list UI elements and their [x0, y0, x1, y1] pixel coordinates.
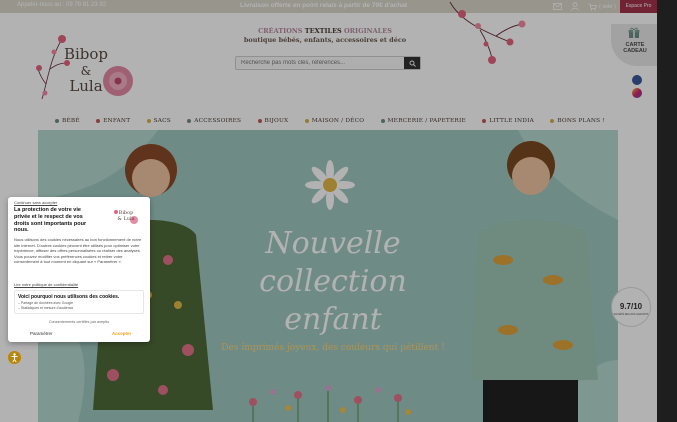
site-logo[interactable]: Bibop & Lula [36, 19, 146, 109]
cart-label: ( vide ) [599, 3, 616, 10]
tagline-originales: ORIGINALES [343, 27, 392, 35]
nav-item-sacs[interactable]: SACS [146, 116, 171, 126]
cookie-logo-text-2: & Lula [117, 216, 134, 222]
top-bar: Appeler-nous au : 09 78 81 23 92 Livrais… [0, 0, 677, 13]
configure-button[interactable]: Paramétrer [30, 331, 53, 336]
scrollbar-track[interactable] [657, 0, 677, 422]
search-bar [235, 56, 421, 70]
cookie-purposes-title: Voici pourquoi nous utilisons des cookie… [18, 294, 120, 300]
tagline-creations: CRÉATIONS [258, 27, 303, 35]
nav-item-accessoires[interactable]: ACCESSOIRES [187, 116, 241, 126]
gift-icon [628, 27, 640, 38]
nav-item-little-india[interactable]: LITTLE INDIA [482, 116, 534, 126]
nav-dot [257, 119, 262, 123]
nav-dot [55, 119, 59, 123]
header: Bibop & Lula CRÉATIONS TEXTILES ORIGINAL… [0, 1, 663, 113]
nav-item-bons-plans[interactable]: BONS PLANS ! [550, 116, 605, 126]
nav-dot [96, 119, 101, 123]
delivery-banner: Livraison offerte en point relais à part… [240, 2, 407, 9]
continue-without-accepting-link[interactable]: Continuer sans accepter [14, 200, 57, 205]
facebook-icon[interactable] [632, 75, 642, 85]
cookie-logo: Bibop & Lula [114, 210, 138, 224]
gift-card-link[interactable]: CARTE CADEAU [611, 24, 663, 66]
nav-item-maison-deco[interactable]: MAISON / DÉCO [304, 116, 365, 126]
cookie-heading: La protection de votre vie privée et le … [14, 207, 87, 234]
avis-label: SOCIÉTÉ DES AVIS GARANTIS [613, 313, 649, 316]
main-nav: BÉBÉ ENFANT SACS ACCESSOIRES BIJOUX MAIS… [55, 116, 605, 126]
cart-link[interactable]: ( vide ) [588, 3, 616, 11]
topbar-icons: ( vide ) [553, 1, 616, 12]
user-icon[interactable] [571, 2, 579, 11]
logo-text-amp: & [81, 64, 92, 78]
nav-dot [380, 119, 385, 123]
nav-item-mercerie[interactable]: MERCERIE / PAPETERIE [380, 116, 466, 126]
pro-space-button[interactable]: Espace Pro [620, 0, 657, 13]
cookie-purpose-item: – Partage de données avec Google [18, 301, 74, 305]
mail-icon[interactable] [553, 3, 562, 10]
cherry-blossom-branch [449, 1, 526, 64]
nav-dot [187, 119, 192, 123]
nav-dot [146, 119, 151, 123]
nav-item-bebe[interactable]: BÉBÉ [55, 116, 80, 126]
gift-card-label: CARTE CADEAU [623, 42, 647, 54]
nav-item-enfant[interactable]: ENFANT [96, 116, 130, 126]
privacy-policy-link[interactable]: Lire notre politique de confidentialité [14, 282, 78, 287]
search-icon [409, 60, 416, 67]
accessibility-button[interactable] [8, 351, 21, 364]
avis-score: 9.7/10 [619, 302, 643, 311]
cookie-purpose-item: – Statistiques et mesure d'audience [18, 306, 74, 310]
nav-item-bijoux[interactable]: BIJOUX [257, 116, 289, 126]
cookie-body: Nous utilisons des cookies nécessaires a… [14, 237, 142, 264]
instagram-icon[interactable] [632, 88, 642, 98]
logo-text-bibop: Bibop [64, 45, 108, 63]
accept-button[interactable]: Accepter [112, 331, 131, 336]
hero-subtitle: Des imprimés joyeux, des couleurs qui pé… [221, 343, 445, 353]
nav-dot [482, 119, 487, 123]
tagline-sub: boutique bébés, enfants, accessoires et … [243, 36, 407, 44]
phone-label[interactable]: Appeler-nous au : 09 78 81 23 92 [17, 2, 106, 8]
hero-title: Nouvelle collection enfant [259, 226, 407, 337]
accessibility-icon [11, 353, 18, 363]
tagline-textiles: TEXTILES [304, 27, 342, 35]
avis-garantis-badge[interactable]: 9.7/10 SOCIÉTÉ DES AVIS GARANTIS [611, 287, 651, 327]
logo-text-lula: Lula [69, 77, 102, 95]
search-button[interactable] [404, 57, 420, 69]
cookie-purposes[interactable]: Voici pourquoi nous utilisons des cookie… [14, 290, 144, 314]
consent-certified-label: Consentements certifiés par axeptio [48, 320, 110, 324]
tagline: CRÉATIONS TEXTILES ORIGINALES [200, 27, 450, 35]
cookie-consent-modal: Continuer sans accepter La protection de… [8, 197, 150, 342]
nav-dot [550, 119, 555, 123]
cart-icon [588, 3, 597, 11]
search-input[interactable] [236, 57, 404, 69]
nav-dot [304, 119, 309, 123]
